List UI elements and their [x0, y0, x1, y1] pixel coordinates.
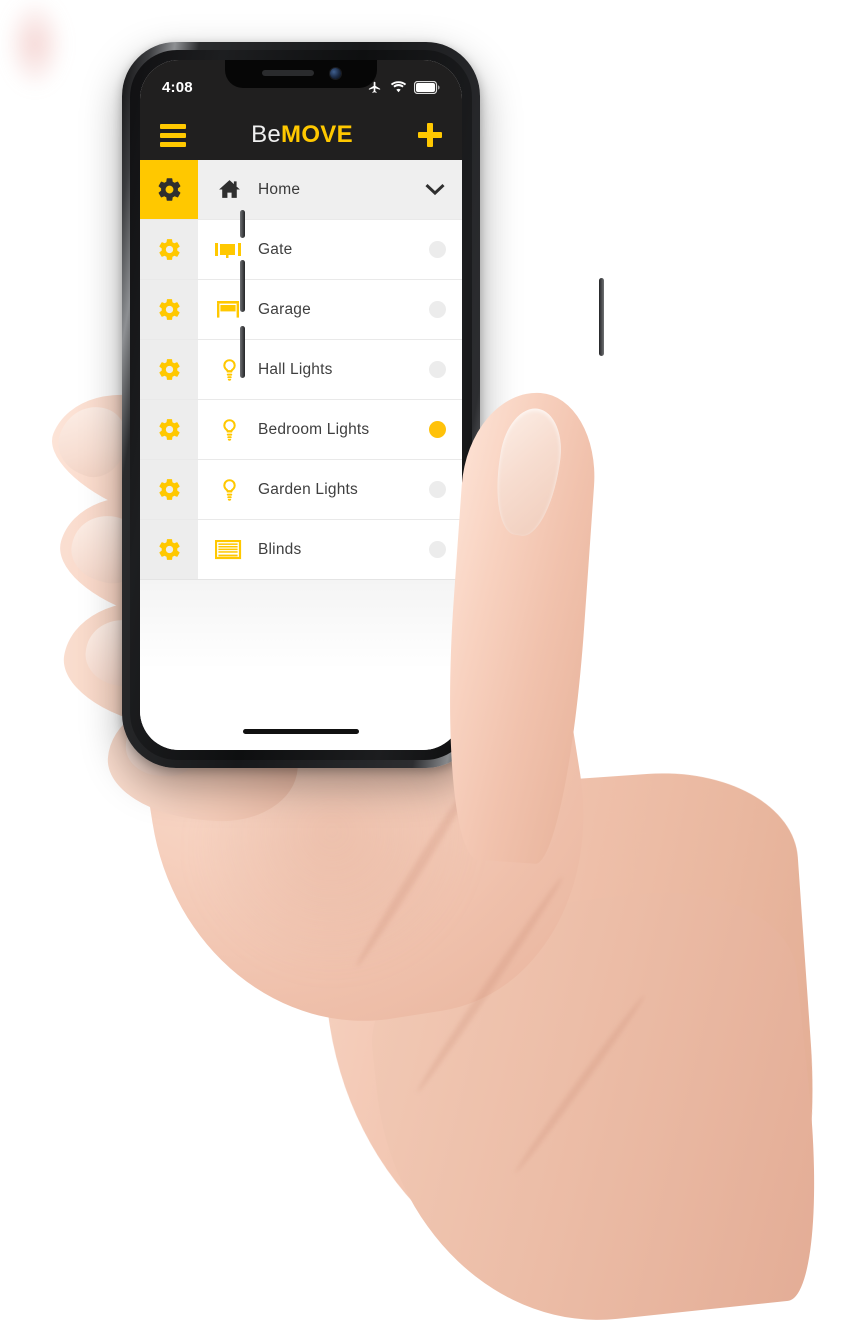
device-toggle[interactable] — [429, 481, 446, 498]
settings-gear-button[interactable] — [140, 400, 198, 459]
status-bar: 4:08 — [140, 60, 462, 110]
scene: 4:08 BeMOVE Home Gate Garage Hall Lights… — [0, 0, 860, 1341]
device-row-body[interactable]: Garage — [198, 280, 462, 339]
group-row-home[interactable]: Home — [140, 160, 462, 220]
device-label: Garden Lights — [258, 480, 358, 498]
front-camera-icon — [329, 67, 341, 79]
device-row-body[interactable]: Blinds — [198, 520, 462, 579]
gear-icon — [158, 479, 180, 500]
home-indicator[interactable] — [243, 729, 359, 734]
silent-switch[interactable] — [240, 210, 245, 238]
device-toggle[interactable] — [429, 241, 446, 258]
gear-icon — [158, 178, 180, 201]
settings-gear-button[interactable] — [140, 340, 198, 399]
app-bar: BeMOVE — [140, 110, 462, 160]
device-row-body[interactable]: Hall Lights — [198, 340, 462, 399]
phone-bezel: 4:08 BeMOVE Home Gate Garage Hall Lights… — [130, 50, 472, 760]
phone-device: 4:08 BeMOVE Home Gate Garage Hall Lights… — [122, 42, 604, 768]
content-shadow — [140, 580, 462, 670]
settings-gear-button[interactable] — [140, 280, 198, 339]
gear-icon — [158, 239, 180, 260]
settings-gear-button[interactable] — [140, 160, 198, 219]
wrist-crease — [512, 992, 648, 1176]
device-toggle[interactable] — [429, 541, 446, 558]
blinds-icon — [212, 539, 246, 560]
device-row-blinds[interactable]: Blinds — [140, 520, 462, 580]
device-label: Bedroom Lights — [258, 420, 370, 438]
power-button[interactable] — [599, 278, 604, 356]
app-title-part-two: MOVE — [281, 121, 353, 148]
device-toggle[interactable] — [429, 361, 446, 378]
bulb-icon — [212, 418, 246, 442]
forearm-shadow — [359, 878, 831, 1341]
notch — [225, 60, 377, 88]
add-device-button[interactable] — [417, 123, 442, 147]
chevron-down-icon[interactable] — [424, 183, 446, 197]
gear-icon — [158, 299, 180, 320]
gate-icon — [212, 240, 246, 260]
status-bar-clock: 4:08 — [162, 78, 193, 96]
volume-down-button[interactable] — [240, 326, 245, 378]
gear-icon — [158, 359, 180, 380]
empty-content-area — [140, 580, 462, 750]
app-title-part-one: Be — [251, 121, 282, 148]
device-row-body[interactable]: Gate — [198, 220, 462, 279]
palm-crease — [352, 760, 488, 970]
device-label: Garage — [258, 300, 311, 318]
device-row-bedroom-lights[interactable]: Bedroom Lights — [140, 400, 462, 460]
group-label: Home — [258, 180, 301, 198]
thumbnail — [488, 404, 568, 540]
app-title: BeMOVE — [251, 123, 353, 147]
thumb-knuckle-shading — [0, 0, 70, 110]
device-row-gate[interactable]: Gate — [140, 220, 462, 280]
device-row-garden-lights[interactable]: Garden Lights — [140, 460, 462, 520]
settings-gear-button[interactable] — [140, 520, 198, 579]
device-row-body[interactable]: Garden Lights — [198, 460, 462, 519]
settings-gear-button[interactable] — [140, 220, 198, 279]
group-row-body[interactable]: Home — [198, 160, 462, 219]
device-label: Gate — [258, 240, 293, 258]
device-toggle[interactable] — [429, 421, 446, 438]
wifi-icon — [390, 81, 407, 93]
status-bar-icons — [366, 76, 440, 95]
settings-gear-button[interactable] — [140, 460, 198, 519]
hamburger-menu-icon[interactable] — [160, 123, 186, 147]
forearm — [312, 763, 828, 1317]
gear-icon — [158, 419, 180, 440]
battery-icon — [414, 80, 440, 94]
device-list: Home Gate Garage Hall Lights Bedroom Lig… — [140, 160, 462, 580]
device-row-garage[interactable]: Garage — [140, 280, 462, 340]
gear-icon — [158, 539, 180, 560]
device-label: Blinds — [258, 540, 302, 558]
device-toggle[interactable] — [429, 301, 446, 318]
volume-up-button[interactable] — [240, 260, 245, 312]
palm-crease — [413, 874, 567, 1095]
home-icon — [212, 177, 246, 202]
device-row-body[interactable]: Bedroom Lights — [198, 400, 462, 459]
phone-screen: 4:08 BeMOVE Home Gate Garage Hall Lights… — [140, 60, 462, 750]
bulb-icon — [212, 478, 246, 502]
earpiece-speaker — [261, 70, 314, 76]
device-row-hall-lights[interactable]: Hall Lights — [140, 340, 462, 400]
device-label: Hall Lights — [258, 360, 333, 378]
